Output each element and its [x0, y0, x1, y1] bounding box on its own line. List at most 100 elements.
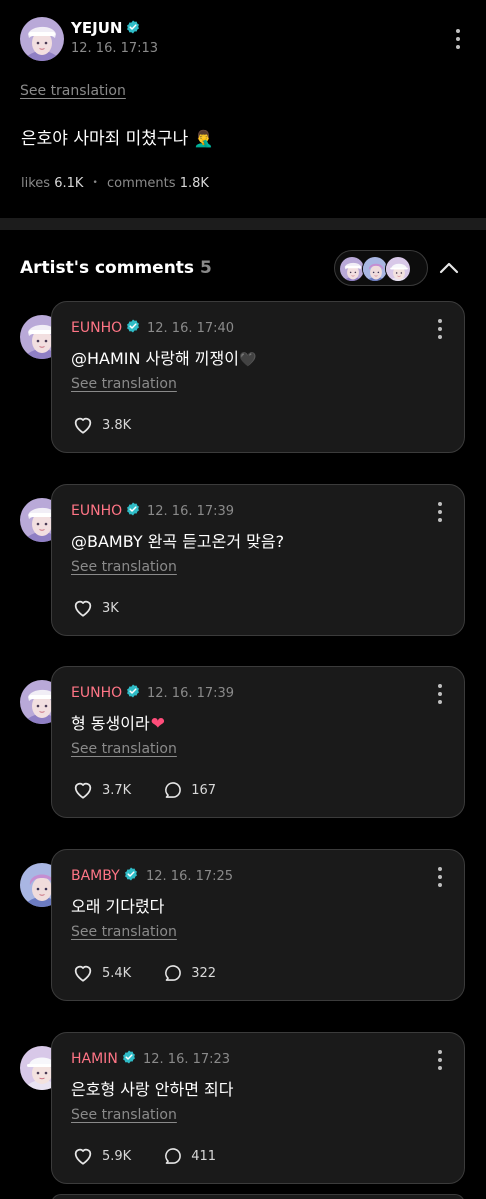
- comment-text: 오래 기다렸다: [71, 893, 164, 917]
- artist-comments-count: 5: [200, 258, 212, 278]
- like-count: 3.8K: [102, 417, 132, 433]
- comment-actions: 3K: [72, 597, 151, 619]
- comment-author-label: EUNHO: [71, 320, 123, 336]
- like-button[interactable]: 3.7K: [72, 779, 131, 801]
- reply-count: 322: [191, 965, 217, 981]
- section-divider: [0, 218, 486, 230]
- reply-button[interactable]: 322: [163, 963, 216, 983]
- reply-button[interactable]: 411: [163, 1146, 216, 1166]
- verified-badge-icon: [124, 867, 138, 881]
- comment-author-label: EUNHO: [71, 503, 123, 519]
- artist-mini-avatar: [385, 256, 411, 282]
- comment-more-vert-icon[interactable]: [437, 1050, 443, 1070]
- comment-see-translation-link[interactable]: See translation: [71, 741, 177, 757]
- artist-avatar-group[interactable]: [334, 250, 428, 286]
- like-button[interactable]: 5.9K: [72, 1145, 131, 1167]
- red-heart-emoji: ❤: [150, 714, 165, 734]
- verified-badge-icon: [126, 319, 140, 333]
- comment-card: BAMBY 12. 16. 17:25 오래 기다렸다 See translat…: [51, 849, 465, 1001]
- likes-count: 6.1K: [54, 176, 84, 191]
- comment-more-vert-icon[interactable]: [437, 684, 443, 704]
- verified-badge-icon: [126, 684, 140, 698]
- comment-card-partial: [51, 1194, 465, 1199]
- reply-count: 411: [191, 1148, 217, 1164]
- comment-more-vert-icon[interactable]: [437, 319, 443, 339]
- like-count: 3K: [102, 600, 119, 616]
- like-button[interactable]: 3K: [72, 597, 119, 619]
- comment-actions: 5.9K 411: [72, 1145, 248, 1167]
- comment-actions: 3.7K 167: [72, 779, 248, 801]
- comment-timestamp: 12. 16. 17:25: [146, 869, 234, 884]
- like-button[interactable]: 3.8K: [72, 414, 131, 436]
- verified-badge-icon: [126, 502, 140, 516]
- comment-timestamp: 12. 16. 17:39: [147, 686, 235, 701]
- comment-see-translation-link[interactable]: See translation: [71, 924, 177, 940]
- comment-see-translation-link[interactable]: See translation: [71, 376, 177, 392]
- comment-text: 형 동생이라❤: [71, 710, 165, 734]
- comment-more-vert-icon[interactable]: [437, 502, 443, 522]
- comment-actions: 3.8K: [72, 414, 163, 436]
- comment-timestamp: 12. 16. 17:39: [147, 504, 235, 519]
- comment-card: EUNHO 12. 16. 17:40 @HAMIN 사랑해 끼쟁이🖤 See …: [51, 301, 465, 453]
- heart-icon: [72, 597, 94, 619]
- like-count: 5.9K: [102, 1148, 132, 1164]
- black-heart-emoji: 🖤: [238, 352, 257, 368]
- post-author-label: YEJUN: [71, 19, 123, 37]
- comment-card: EUNHO 12. 16. 17:39 형 동생이라❤ See translat…: [51, 666, 465, 818]
- comment-author-label: BAMBY: [71, 868, 120, 884]
- facepalm-emoji: 🤦‍♂️: [193, 129, 214, 148]
- comment-see-translation-link[interactable]: See translation: [71, 1107, 177, 1123]
- reply-button[interactable]: 167: [163, 780, 216, 800]
- comment-bubble-icon: [163, 1146, 183, 1166]
- comment-bubble-icon: [163, 780, 183, 800]
- comment-see-translation-link[interactable]: See translation: [71, 559, 177, 575]
- post-author-name[interactable]: YEJUN: [71, 19, 140, 37]
- post-stats: likes 6.1K • comments 1.8K: [21, 176, 209, 191]
- comment-author-name[interactable]: EUNHO: [71, 319, 140, 336]
- post-author-avatar[interactable]: [20, 17, 64, 61]
- artist-comments-title: Artist's comments: [20, 258, 195, 278]
- comment-actions: 5.4K 322: [72, 962, 248, 984]
- comment-text: @HAMIN 사랑해 끼쟁이🖤: [71, 345, 256, 369]
- comment-author-name[interactable]: HAMIN: [71, 1050, 136, 1067]
- comment-text-label: @BAMBY 완곡 듣고온거 맞음?: [71, 532, 285, 551]
- reply-count: 167: [191, 782, 217, 798]
- comment-author-name[interactable]: BAMBY: [71, 867, 138, 884]
- stats-separator: •: [92, 178, 98, 188]
- like-button[interactable]: 5.4K: [72, 962, 131, 984]
- comment-text-label: 오래 기다렸다: [71, 897, 165, 916]
- post-body-text: 은호야 사마죄 미쳤구나 🤦‍♂️: [21, 124, 214, 149]
- like-count: 3.7K: [102, 782, 132, 798]
- verified-badge-icon: [126, 20, 140, 34]
- comment-text-label: 형 동생이라: [71, 714, 150, 733]
- post-see-translation-link[interactable]: See translation: [20, 83, 126, 99]
- comments-count: 1.8K: [179, 176, 209, 191]
- comments-label: comments: [107, 176, 176, 191]
- chevron-up-icon[interactable]: [436, 255, 462, 281]
- comment-timestamp: 12. 16. 17:23: [143, 1052, 231, 1067]
- comment-text-label: @HAMIN 사랑해 끼쟁이: [71, 349, 239, 368]
- comment-card: HAMIN 12. 16. 17:23 은호형 사랑 안하면 죄다 See tr…: [51, 1032, 465, 1184]
- comment-author-label: EUNHO: [71, 685, 123, 701]
- like-count: 5.4K: [102, 965, 132, 981]
- post-body-label: 은호야 사마죄 미쳤구나: [21, 129, 189, 149]
- comment-author-label: HAMIN: [71, 1051, 118, 1067]
- verified-badge-icon: [122, 1050, 136, 1064]
- heart-icon: [72, 414, 94, 436]
- comment-text: 은호형 사랑 안하면 죄다: [71, 1076, 233, 1100]
- comment-card: EUNHO 12. 16. 17:39 @BAMBY 완곡 듣고온거 맞음? S…: [51, 484, 465, 636]
- comment-author-name[interactable]: EUNHO: [71, 684, 140, 701]
- heart-icon: [72, 1145, 94, 1167]
- post-more-vert-icon[interactable]: [455, 29, 461, 49]
- heart-icon: [72, 779, 94, 801]
- post-timestamp: 12. 16. 17:13: [71, 41, 159, 56]
- comment-text: @BAMBY 완곡 듣고온거 맞음?: [71, 528, 284, 552]
- heart-icon: [72, 962, 94, 984]
- comment-timestamp: 12. 16. 17:40: [147, 321, 235, 336]
- comment-more-vert-icon[interactable]: [437, 867, 443, 887]
- likes-label: likes: [21, 176, 51, 191]
- comment-author-name[interactable]: EUNHO: [71, 502, 140, 519]
- artist-comments-heading: Artist's comments 5: [20, 258, 212, 278]
- comment-text-label: 은호형 사랑 안하면 죄다: [71, 1080, 234, 1099]
- comment-bubble-icon: [163, 963, 183, 983]
